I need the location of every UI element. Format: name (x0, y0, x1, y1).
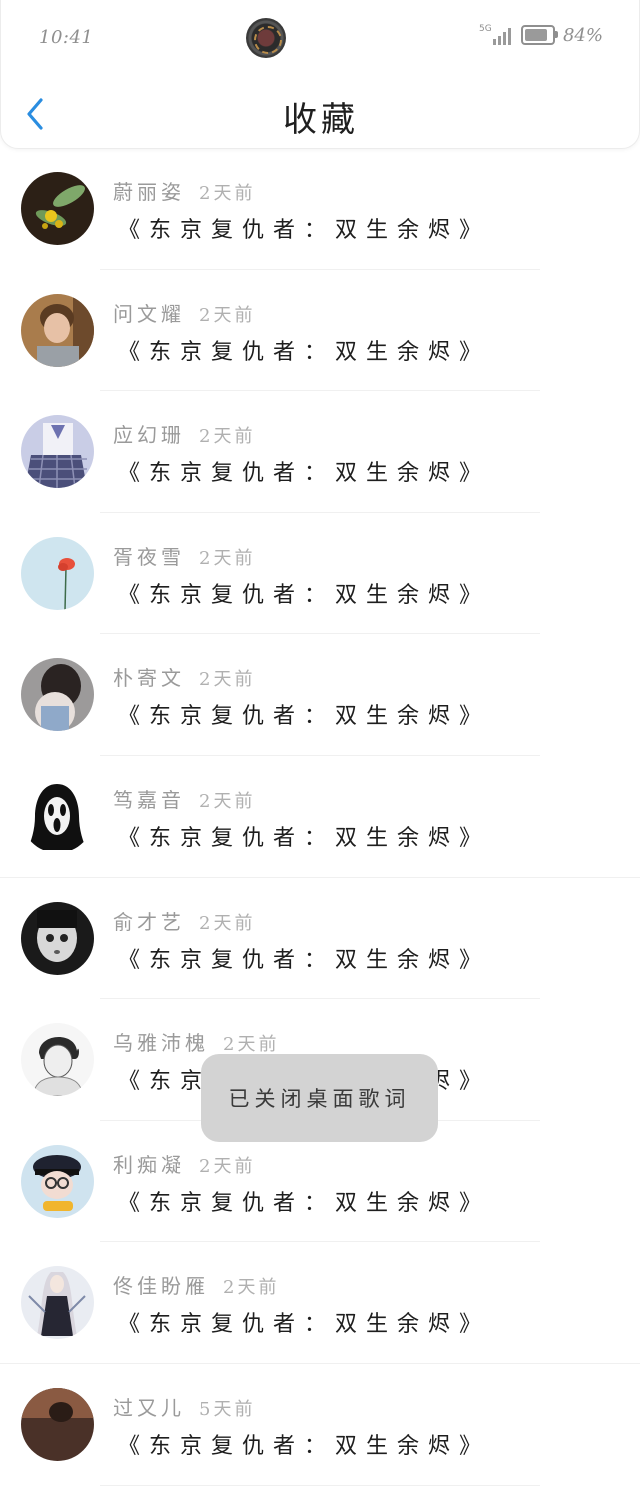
song-title[interactable]: 《东京复仇者：双生余烬》 (118, 1428, 490, 1460)
timestamp: 2天前 (199, 426, 256, 448)
status-time: 10:41 (39, 27, 94, 48)
song-title[interactable]: 《东京复仇者：双生余烬》 (118, 334, 490, 366)
song-title[interactable]: 《东京复仇者：双生余烬》 (118, 455, 490, 487)
row-meta: 朴寄文 2天前 (113, 662, 255, 691)
favorite-row[interactable]: 应幻珊 2天前《东京复仇者：双生余烬》 (0, 391, 640, 513)
username[interactable]: 朴寄文 (113, 666, 185, 690)
favorite-row[interactable]: 过又儿 5天前《东京复仇者：双生余烬》 (0, 1364, 640, 1486)
timestamp: 2天前 (199, 912, 256, 934)
song-title[interactable]: 《东京复仇者：双生余烬》 (118, 698, 490, 730)
favorite-row[interactable]: 佟佳盼雁 2天前《东京复仇者：双生余烬》 (0, 1242, 640, 1364)
username[interactable]: 佟佳盼雁 (113, 1274, 209, 1298)
row-meta: 笃嘉音 2天前 (113, 784, 255, 813)
username[interactable]: 俞才艺 (113, 910, 185, 934)
favorites-list: 蔚丽姿 2天前 《东京复仇者：双生余烬》 问文耀 2天前 《东京复仇者：双生余烬》 应幻珊 2… (0, 148, 640, 1486)
row-meta: 过又儿 5天前 (113, 1392, 255, 1421)
avatar-plant[interactable] (21, 172, 94, 245)
avatar-room[interactable] (21, 1387, 94, 1461)
row-meta: 佟佳盼雁 2天前 (113, 1270, 279, 1299)
song-title[interactable]: 《东京复仇者：双生余烬》 (118, 577, 490, 609)
network-type: 5G (478, 24, 492, 34)
battery-level (524, 29, 547, 41)
avatar-anime[interactable] (21, 1266, 94, 1340)
row-meta: 应幻珊 2天前 (113, 419, 255, 448)
song-title[interactable]: 《东京复仇者：双生余烬》 (118, 1185, 490, 1217)
favorite-row[interactable]: 问文耀 2天前《东京复仇者：双生余烬》 (0, 270, 640, 392)
username[interactable]: 应幻珊 (113, 423, 185, 447)
header-card: 10:41 5G 84% 收藏 (0, 0, 640, 149)
favorite-row[interactable]: 笃嘉音 2天前《东京复仇者：双生余烬》 (0, 756, 640, 878)
status-indicators: 5G 84% (479, 24, 603, 46)
timestamp: 2天前 (223, 1277, 280, 1299)
song-title[interactable]: 《东京复仇者：双生余烬》 (118, 942, 490, 974)
timestamp: 2天前 (199, 1155, 256, 1177)
username[interactable]: 过又儿 (113, 1396, 185, 1420)
toast: 已关闭桌面歌词 (201, 1054, 438, 1142)
avatar-uniform[interactable] (21, 415, 94, 489)
avatar-ghostface[interactable] (21, 779, 94, 853)
favorite-row[interactable]: 蔚丽姿 2天前《东京复仇者：双生余烬》 (0, 148, 640, 270)
timestamp: 2天前 (199, 790, 256, 812)
timestamp: 2天前 (199, 304, 256, 326)
song-title[interactable]: 《东京复仇者：双生余烬》 (118, 1306, 490, 1338)
song-title[interactable]: 《东京复仇者：双生余烬》 (118, 820, 490, 852)
signal-icon: 5G (479, 24, 513, 46)
row-meta: 乌雅沛槐 2天前 (113, 1027, 279, 1056)
row-meta: 胥夜雪 2天前 (113, 541, 255, 570)
avatar-cap[interactable] (21, 1144, 94, 1218)
row-meta: 利痴凝 2天前 (113, 1149, 255, 1178)
favorite-row[interactable]: 胥夜雪 2天前《东京复仇者：双生余烬》 (0, 513, 640, 635)
username[interactable]: 蔚丽姿 (113, 180, 185, 204)
song-title[interactable]: 《东京复仇者：双生余烬》 (118, 212, 490, 244)
favorite-row[interactable]: 俞才艺 2天前《东京复仇者：双生余烬》 (0, 878, 640, 1000)
timestamp: 2天前 (223, 1034, 280, 1056)
avatar-boy[interactable] (21, 293, 94, 367)
username[interactable]: 乌雅沛槐 (113, 1031, 209, 1055)
battery-percent: 84% (562, 24, 603, 46)
row-meta: 问文耀 2天前 (113, 298, 255, 327)
username[interactable]: 胥夜雪 (113, 545, 185, 569)
timestamp: 2天前 (199, 183, 256, 204)
username[interactable]: 问文耀 (113, 302, 185, 326)
avatar-sketch[interactable] (21, 1023, 94, 1097)
username[interactable]: 笃嘉音 (113, 788, 185, 812)
divider (100, 1484, 540, 1486)
avatar-doll[interactable] (21, 901, 94, 975)
row-meta: 俞才艺 2天前 (113, 906, 255, 935)
timestamp: 2天前 (199, 669, 256, 691)
page-title: 收藏 (283, 100, 359, 140)
music-app-status-icon (246, 18, 286, 58)
timestamp: 2天前 (199, 547, 256, 569)
battery-icon (520, 25, 558, 45)
avatar-girl[interactable] (21, 658, 94, 732)
favorite-row[interactable]: 朴寄文 2天前《东京复仇者：双生余烬》 (0, 634, 640, 756)
row-meta: 蔚丽姿 2天前 (113, 176, 255, 205)
username[interactable]: 利痴凝 (113, 1153, 185, 1177)
timestamp: 5天前 (199, 1398, 256, 1420)
avatar-flower[interactable] (21, 536, 94, 610)
